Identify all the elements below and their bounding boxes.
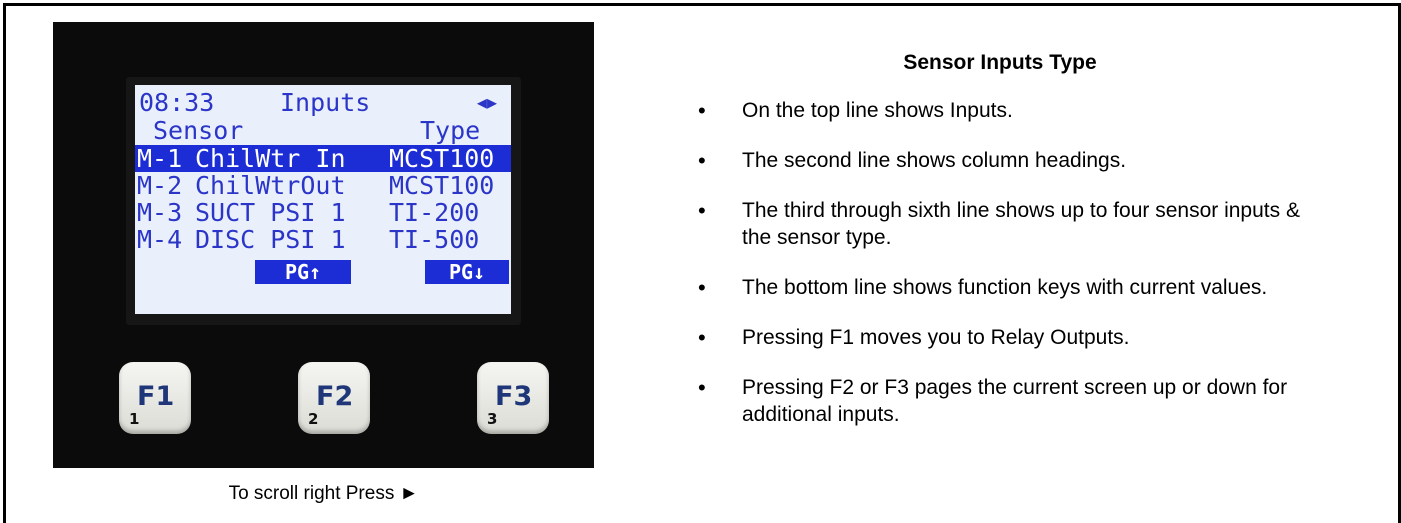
lcd-time: 08:33: [139, 88, 215, 117]
lcd-col-sensor: Sensor: [153, 116, 244, 145]
controller-photo: 08:33 Inputs ◂▸ Sensor Type M-1 ChilWtr …: [53, 22, 594, 468]
section-title: Sensor Inputs Type: [903, 51, 1097, 74]
bullet-item: The second line shows column headings.: [690, 147, 1330, 174]
lcd-screen: 08:33 Inputs ◂▸ Sensor Type M-1 ChilWtr …: [135, 85, 511, 314]
lcd-row-type: TI-500: [389, 225, 480, 254]
lcd-row-id: M-3: [137, 198, 183, 227]
lcd-row-name: ChilWtr In: [195, 144, 346, 173]
bullet-item: The bottom line shows function keys with…: [690, 274, 1330, 301]
lcd-column-headings: Sensor Type: [135, 117, 511, 144]
lcd-row-type: TI-200: [389, 198, 480, 227]
lcd-row-name: SUCT PSI 1: [195, 198, 346, 227]
f2-key-label: F2: [316, 381, 354, 412]
bullet-item: On the top line shows Inputs.: [690, 97, 1330, 124]
bullet-list: On the top line shows Inputs. The second…: [690, 97, 1330, 451]
lcd-row-id: M-1: [137, 144, 183, 173]
lcd-page-down-key: PG↓: [425, 260, 509, 284]
f3-key[interactable]: F3 3: [477, 362, 549, 434]
f1-key[interactable]: F1 1: [119, 362, 191, 434]
lcd-col-type: Type: [420, 116, 481, 145]
lcd-row-name: DISC PSI 1: [195, 225, 346, 254]
scroll-caption: To scroll right Press ►: [228, 483, 419, 504]
f2-key[interactable]: F2 2: [298, 362, 370, 434]
bullet-item: Pressing F1 moves you to Relay Outputs.: [690, 324, 1330, 351]
lcd-screen-name: Inputs: [280, 88, 371, 117]
lcd-input-row: M-4 DISC PSI 1 TI-500: [135, 226, 511, 253]
lcd-input-row: M-2 ChilWtrOut MCST100: [135, 172, 511, 199]
bullet-item: Pressing F2 or F3 pages the current scre…: [690, 374, 1330, 428]
lcd-row-type: MCST100: [389, 144, 495, 173]
lcd-row-id: M-2: [137, 171, 183, 200]
f1-key-number: 1: [129, 410, 140, 428]
lcd-row-id: M-4: [137, 225, 183, 254]
lcd-input-row: M-1 ChilWtr In MCST100: [135, 145, 511, 172]
f2-key-number: 2: [308, 410, 319, 428]
lcd-row-name: ChilWtrOut: [195, 171, 346, 200]
f1-key-label: F1: [137, 381, 175, 412]
f3-key-number: 3: [487, 410, 498, 428]
lcd-input-row: M-3 SUCT PSI 1 TI-200: [135, 199, 511, 226]
f3-key-label: F3: [495, 381, 533, 412]
lcd-row-type: MCST100: [389, 171, 495, 200]
lcd-top-line: 08:33 Inputs ◂▸: [135, 89, 511, 116]
bullet-item: The third through sixth line shows up to…: [690, 197, 1330, 251]
lcd-page-up-key: PG↑: [255, 260, 351, 284]
lcd-scroll-arrows-icon: ◂▸: [476, 90, 497, 114]
